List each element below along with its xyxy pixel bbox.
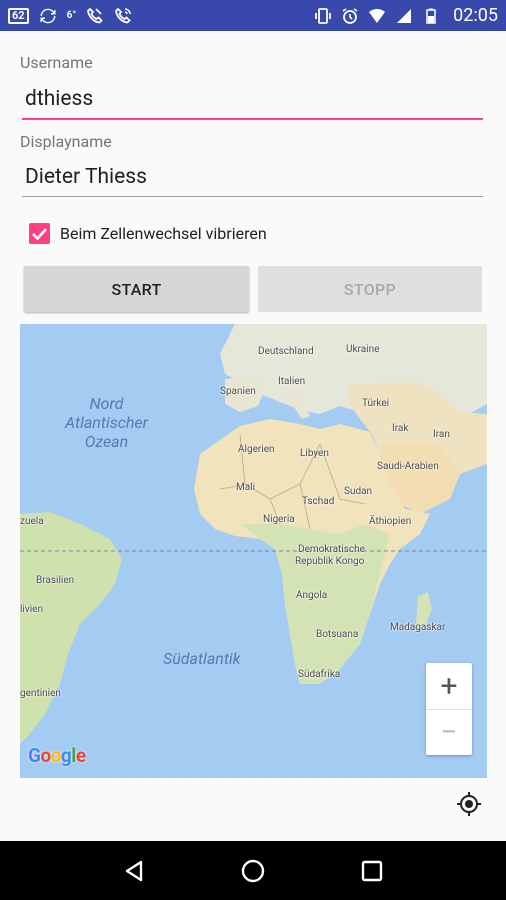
map-label-nigeria: Nigeria [263, 514, 295, 525]
my-location-button[interactable] [455, 790, 483, 818]
phone-call-icon [114, 7, 132, 25]
map-label-ukraine: Ukraine [346, 344, 380, 355]
zoom-out-button[interactable]: − [426, 709, 472, 755]
map-label-italien: Italien [278, 376, 306, 387]
ocean-label-line-2: Atlantischer [65, 413, 148, 432]
ocean-label-nordatlantik: Nord Atlantischer Ozean [65, 394, 148, 451]
status-bar: 62 6° 02:05 [0, 0, 506, 31]
map-label-tschad: Tschad [302, 496, 335, 507]
map-label-madagaskar: Madagaskar [390, 622, 446, 633]
alarm-icon [341, 7, 359, 25]
map-label-kongo-2: Republik Kongo [295, 556, 365, 567]
map-label-botsuana: Botsuana [316, 629, 359, 640]
map-label-mali: Mali [236, 482, 256, 493]
vibrate-checkbox[interactable] [29, 223, 50, 244]
map-view[interactable]: Deutschland Ukraine Spanien Italien Türk… [20, 324, 487, 778]
sync-icon [39, 7, 57, 25]
displayname-input[interactable] [22, 157, 483, 197]
status-clock: 02:05 [453, 5, 498, 26]
start-button[interactable]: START [24, 266, 249, 312]
map-label-spanien: Spanien [220, 386, 256, 397]
recents-icon[interactable] [359, 858, 385, 884]
map-label-iran: Iran [433, 429, 450, 440]
map-label-kongo-1: Demokratische [298, 544, 365, 555]
map-label-turkei: Türkei [362, 398, 390, 409]
google-logo: Google [28, 744, 86, 767]
home-icon[interactable] [240, 858, 266, 884]
map-label-angola: Angola [296, 590, 328, 601]
vibrate-checkbox-label[interactable]: Beim Zellenwechsel vibrieren [60, 224, 267, 243]
notification-count-icon: 62 [8, 7, 29, 24]
temperature-text: 6° [66, 10, 77, 21]
crosshair-icon [457, 792, 481, 816]
ocean-label-sudatlantik: Südatlantik [163, 649, 241, 668]
wifi-icon [368, 7, 386, 25]
map-label-zuela: zuela [20, 516, 44, 527]
map-label-algerien: Algerien [238, 444, 275, 455]
zoom-controls: + − [426, 663, 472, 755]
ocean-label-line-1: Nord [89, 394, 124, 413]
battery-icon [422, 7, 440, 25]
navigation-bar [0, 841, 506, 900]
map-label-libyen: Libyen [300, 448, 329, 459]
ocean-label-line-3: Ozean [84, 432, 129, 451]
map-label-athiopien: Äthiopien [369, 516, 412, 527]
displayname-label: Displayname [20, 132, 112, 151]
map-label-sudan: Sudan [344, 486, 373, 497]
map-label-saudi: Saudi-Arabien [377, 461, 439, 472]
signal-icon [395, 7, 413, 25]
map-label-gentinien: gentinien [20, 688, 61, 699]
map-label-sudafrika: Südafrika [298, 669, 341, 680]
stopp-button[interactable]: STOPP [258, 266, 482, 312]
zoom-in-button[interactable]: + [426, 663, 472, 709]
map-label-irak: Irak [392, 423, 409, 434]
map-label-brasilien: Brasilien [36, 575, 75, 586]
vibrate-icon [314, 7, 332, 25]
username-input[interactable] [22, 80, 483, 120]
checkmark-icon [32, 228, 47, 241]
map-label-deutschland: Deutschland [258, 346, 314, 357]
map-label-livien: livien [20, 604, 43, 615]
phone-forward-icon [86, 7, 104, 25]
username-label: Username [20, 53, 93, 72]
back-icon[interactable] [121, 858, 147, 884]
